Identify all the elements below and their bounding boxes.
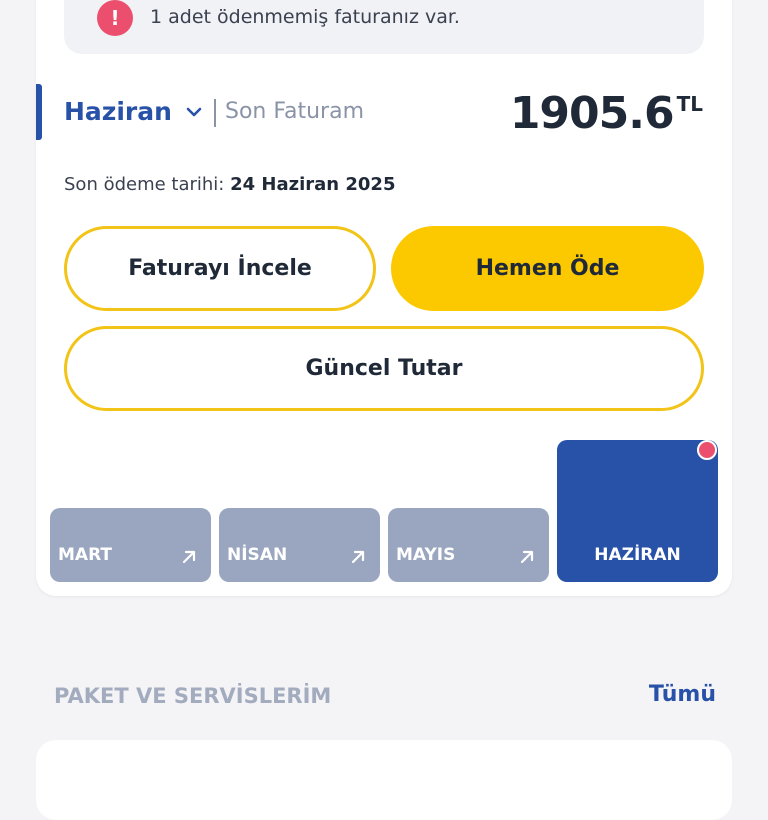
arrow-up-right-icon bbox=[520, 550, 534, 564]
month-tab-haziran[interactable]: HAZİRAN bbox=[557, 440, 718, 582]
section-title: PAKET VE SERVİSLERİM bbox=[54, 684, 332, 708]
alert-text: 1 adet ödenmemiş faturanız var. bbox=[150, 6, 460, 28]
due-date-value: 24 Haziran 2025 bbox=[230, 174, 396, 195]
current-amount-button[interactable]: Güncel Tutar bbox=[64, 326, 704, 411]
see-all-link[interactable]: Tümü bbox=[649, 682, 716, 707]
month-tab-label: MAYIS bbox=[396, 545, 456, 565]
bill-amount: 1905.6 TL bbox=[510, 88, 703, 139]
services-card bbox=[36, 740, 732, 820]
arrow-up-right-icon bbox=[182, 550, 196, 564]
due-date-row: Son ödeme tarihi: 24 Haziran 2025 bbox=[64, 174, 395, 195]
pay-now-button[interactable]: Hemen Öde bbox=[391, 226, 704, 311]
amount-value: 1905.6 bbox=[509, 88, 675, 139]
arrow-up-right-icon bbox=[351, 550, 365, 564]
month-tab-nisan[interactable]: NİSAN bbox=[219, 508, 380, 582]
month-tab-mart[interactable]: MART bbox=[50, 508, 211, 582]
month-tab-mayis[interactable]: MAYIS bbox=[388, 508, 549, 582]
last-bill-label: Son Faturam bbox=[225, 99, 365, 124]
due-date-label: Son ödeme tarihi: bbox=[64, 174, 225, 195]
unpaid-indicator-dot bbox=[697, 440, 717, 460]
exclamation-icon: ! bbox=[97, 0, 133, 36]
divider bbox=[214, 99, 216, 127]
chevron-down-icon bbox=[186, 107, 202, 116]
month-tab-label: HAZİRAN bbox=[594, 545, 681, 565]
amount-currency: TL bbox=[676, 92, 703, 116]
month-tab-label: NİSAN bbox=[227, 545, 288, 565]
section-accent-bar bbox=[36, 84, 42, 140]
selected-month: Haziran bbox=[64, 97, 172, 126]
month-tab-label: MART bbox=[58, 545, 112, 565]
review-bill-button[interactable]: Faturayı İncele bbox=[64, 226, 376, 311]
month-dropdown[interactable]: Haziran bbox=[64, 97, 204, 126]
